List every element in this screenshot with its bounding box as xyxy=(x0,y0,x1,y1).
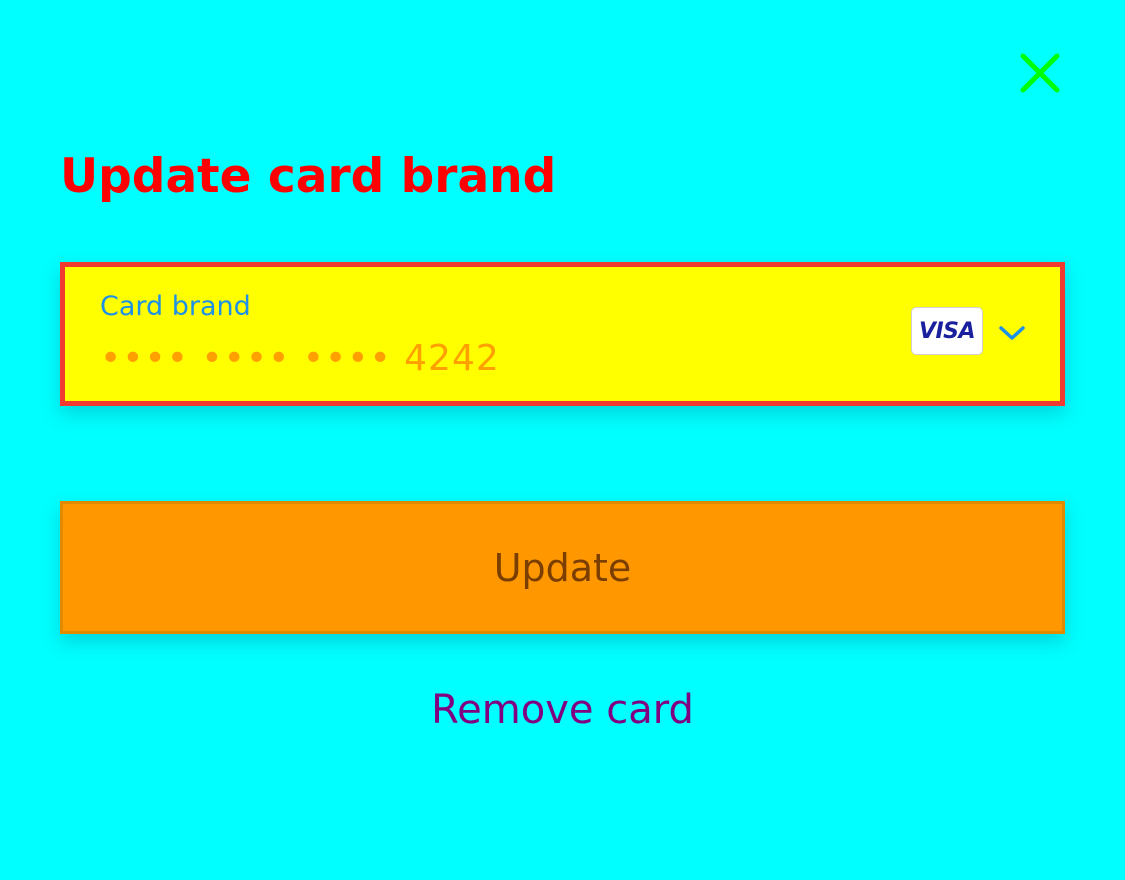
chevron-down-icon[interactable] xyxy=(997,323,1027,343)
dialog-title: Update card brand xyxy=(60,149,557,204)
update-button-label: Update xyxy=(493,545,632,590)
update-button[interactable]: Update xyxy=(60,501,1065,634)
brand-logo-text: VISA xyxy=(918,318,976,344)
masked-card-number: •••• •••• •••• 4242 xyxy=(100,338,500,379)
card-brand-label: Card brand xyxy=(100,291,251,322)
close-button[interactable] xyxy=(1016,49,1064,97)
visa-logo-icon: VISA xyxy=(911,307,983,355)
close-icon xyxy=(1020,53,1060,93)
card-brand-select[interactable]: Card brand •••• •••• •••• 4242 VISA xyxy=(60,262,1065,406)
remove-card-link[interactable]: Remove card xyxy=(0,684,1125,736)
